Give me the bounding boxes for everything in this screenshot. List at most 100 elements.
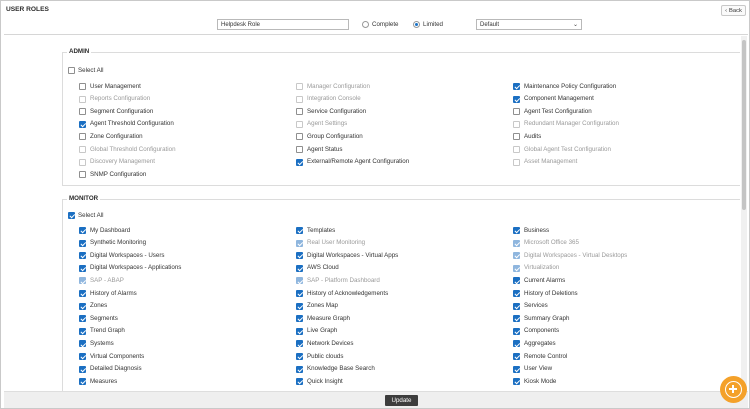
- checkbox-aggregates[interactable]: [513, 340, 520, 348]
- permission-label: Discovery Management: [90, 158, 155, 166]
- permission-label: Services: [524, 302, 548, 310]
- checkbox-zones-map[interactable]: [296, 302, 303, 310]
- checkbox-detailed-diagnosis[interactable]: [79, 365, 86, 373]
- permission-label: Kiosk Mode: [524, 377, 557, 385]
- checkbox-digital-workspaces-applications[interactable]: [79, 264, 86, 272]
- checkbox-segments[interactable]: [79, 315, 86, 323]
- checkbox-external-remote-agent-configuration[interactable]: [296, 158, 303, 166]
- monitor-section-title: MONITOR: [67, 195, 101, 202]
- monitor-section: MONITOR Select All My Dashboard Synthetic …: [62, 195, 740, 391]
- checkbox-public-clouds[interactable]: [296, 353, 303, 360]
- admin-section-title: ADMIN: [67, 48, 92, 55]
- permission-label: Agent Settings: [307, 120, 348, 128]
- checkbox-history-of-alarms[interactable]: [79, 290, 86, 297]
- checkbox-kiosk-mode[interactable]: [513, 378, 520, 386]
- vertical-scrollbar[interactable]: [741, 36, 747, 391]
- update-button[interactable]: Update: [385, 395, 418, 406]
- checkbox-remote-control[interactable]: [513, 353, 520, 360]
- back-button[interactable]: ‹ Back: [721, 5, 746, 16]
- checkbox-user-view[interactable]: [513, 365, 520, 373]
- permission-label: Segment Configuration: [90, 107, 154, 115]
- checkbox-systems[interactable]: [79, 340, 86, 348]
- monitor-select-all-checkbox[interactable]: [68, 212, 75, 219]
- permission-label: Global Threshold Configuration: [90, 145, 176, 153]
- permission-label: Zones Map: [307, 302, 338, 310]
- checkbox-zones[interactable]: [79, 302, 86, 310]
- permission-label: Agent Threshold Configuration: [90, 120, 174, 128]
- page-title: USER ROLES: [6, 6, 49, 13]
- permission-label: Aggregates: [524, 339, 556, 347]
- permission-label: SAP - Platform Dashboard: [307, 276, 380, 284]
- checkbox-segment-configuration[interactable]: [79, 108, 86, 116]
- permission-label: History of Alarms: [90, 289, 137, 297]
- checkbox-agent-status[interactable]: [296, 146, 303, 153]
- checkbox-virtualization: [513, 264, 520, 272]
- permission-label: Zone Configuration: [90, 132, 143, 140]
- checkbox-user-management[interactable]: [79, 83, 86, 90]
- permission-label: External/Remote Agent Configuration: [307, 158, 410, 166]
- checkbox-snmp-configuration[interactable]: [79, 171, 86, 179]
- admin-select-all-label: Select All: [78, 66, 104, 74]
- checkbox-history-of-deletions[interactable]: [513, 290, 520, 297]
- role-toolbar: Helpdesk Role Complete Limited Default ⌄: [4, 16, 748, 35]
- checkbox-components[interactable]: [513, 327, 520, 335]
- permission-label: Components: [524, 327, 560, 335]
- checkbox-trend-graph[interactable]: [79, 327, 86, 335]
- permission-label: Global Agent Test Configuration: [524, 145, 611, 153]
- checkbox-digital-workspaces-virtual-desktops: [513, 252, 520, 260]
- checkbox-business[interactable]: [513, 227, 520, 234]
- roles-scroll-area[interactable]: ADMIN Select All User Management Reports C…: [4, 36, 740, 391]
- checkbox-group-configuration[interactable]: [296, 133, 303, 141]
- checkbox-sap-abap: [79, 277, 86, 285]
- checkbox-history-of-acknowledgements[interactable]: [296, 290, 303, 297]
- checkbox-measures[interactable]: [79, 378, 86, 386]
- checkbox-digital-workspaces-users[interactable]: [79, 252, 86, 260]
- checkbox-current-alarms[interactable]: [513, 277, 520, 285]
- checkbox-component-management[interactable]: [513, 95, 520, 103]
- monitor-select-all-label: Select All: [78, 211, 104, 219]
- checkbox-templates[interactable]: [296, 227, 303, 234]
- checkbox-quick-insight[interactable]: [296, 378, 303, 386]
- permission-label: Synthetic Monitoring: [90, 239, 147, 247]
- add-fab-button[interactable]: [720, 376, 747, 403]
- checkbox-audits[interactable]: [513, 133, 520, 141]
- permission-label: Audits: [524, 132, 542, 140]
- admin-section: ADMIN Select All User Management Reports C…: [62, 48, 740, 186]
- back-button-label: Back: [729, 7, 742, 14]
- checkbox-global-threshold-configuration: [79, 146, 86, 153]
- permission-label: Public clouds: [307, 352, 344, 360]
- checkbox-digital-workspaces-virtual-apps[interactable]: [296, 252, 303, 260]
- checkbox-network-devices[interactable]: [296, 340, 303, 348]
- footer-bar: Update: [4, 391, 748, 408]
- scrollbar-thumb[interactable]: [742, 40, 746, 210]
- permission-label: Microsoft Office 365: [524, 239, 579, 247]
- chevron-down-icon: ⌄: [572, 22, 578, 28]
- scope-select[interactable]: Default ⌄: [476, 19, 582, 30]
- checkbox-summary-graph[interactable]: [513, 315, 520, 323]
- permission-label: Business: [524, 226, 550, 234]
- checkbox-measure-graph[interactable]: [296, 315, 303, 323]
- checkbox-agent-threshold-configuration[interactable]: [79, 120, 86, 128]
- permission-label: Agent Test Configuration: [524, 107, 592, 115]
- permission-label: Detailed Diagnosis: [90, 365, 142, 373]
- checkbox-zone-configuration[interactable]: [79, 133, 86, 141]
- checkbox-real-user-monitoring: [296, 239, 303, 247]
- checkbox-aws-cloud[interactable]: [296, 264, 303, 272]
- checkbox-knowledge-base-search[interactable]: [296, 365, 303, 373]
- checkbox-reports-configuration: [79, 95, 86, 103]
- checkbox-maintenance-policy-configuration[interactable]: [513, 83, 520, 90]
- checkbox-services[interactable]: [513, 302, 520, 310]
- radio-complete[interactable]: [362, 21, 369, 28]
- permission-label: Quick Insight: [307, 377, 343, 385]
- permission-label: Measures: [90, 377, 118, 385]
- permission-label: Remote Control: [524, 352, 568, 360]
- radio-limited[interactable]: [413, 21, 420, 28]
- checkbox-my-dashboard[interactable]: [79, 227, 86, 234]
- checkbox-service-configuration[interactable]: [296, 108, 303, 116]
- admin-select-all-checkbox[interactable]: [68, 67, 75, 74]
- checkbox-agent-test-configuration[interactable]: [513, 108, 520, 116]
- role-name-input[interactable]: Helpdesk Role: [217, 19, 349, 30]
- checkbox-synthetic-monitoring[interactable]: [79, 239, 86, 247]
- checkbox-virtual-components[interactable]: [79, 353, 86, 360]
- checkbox-live-graph[interactable]: [296, 327, 303, 335]
